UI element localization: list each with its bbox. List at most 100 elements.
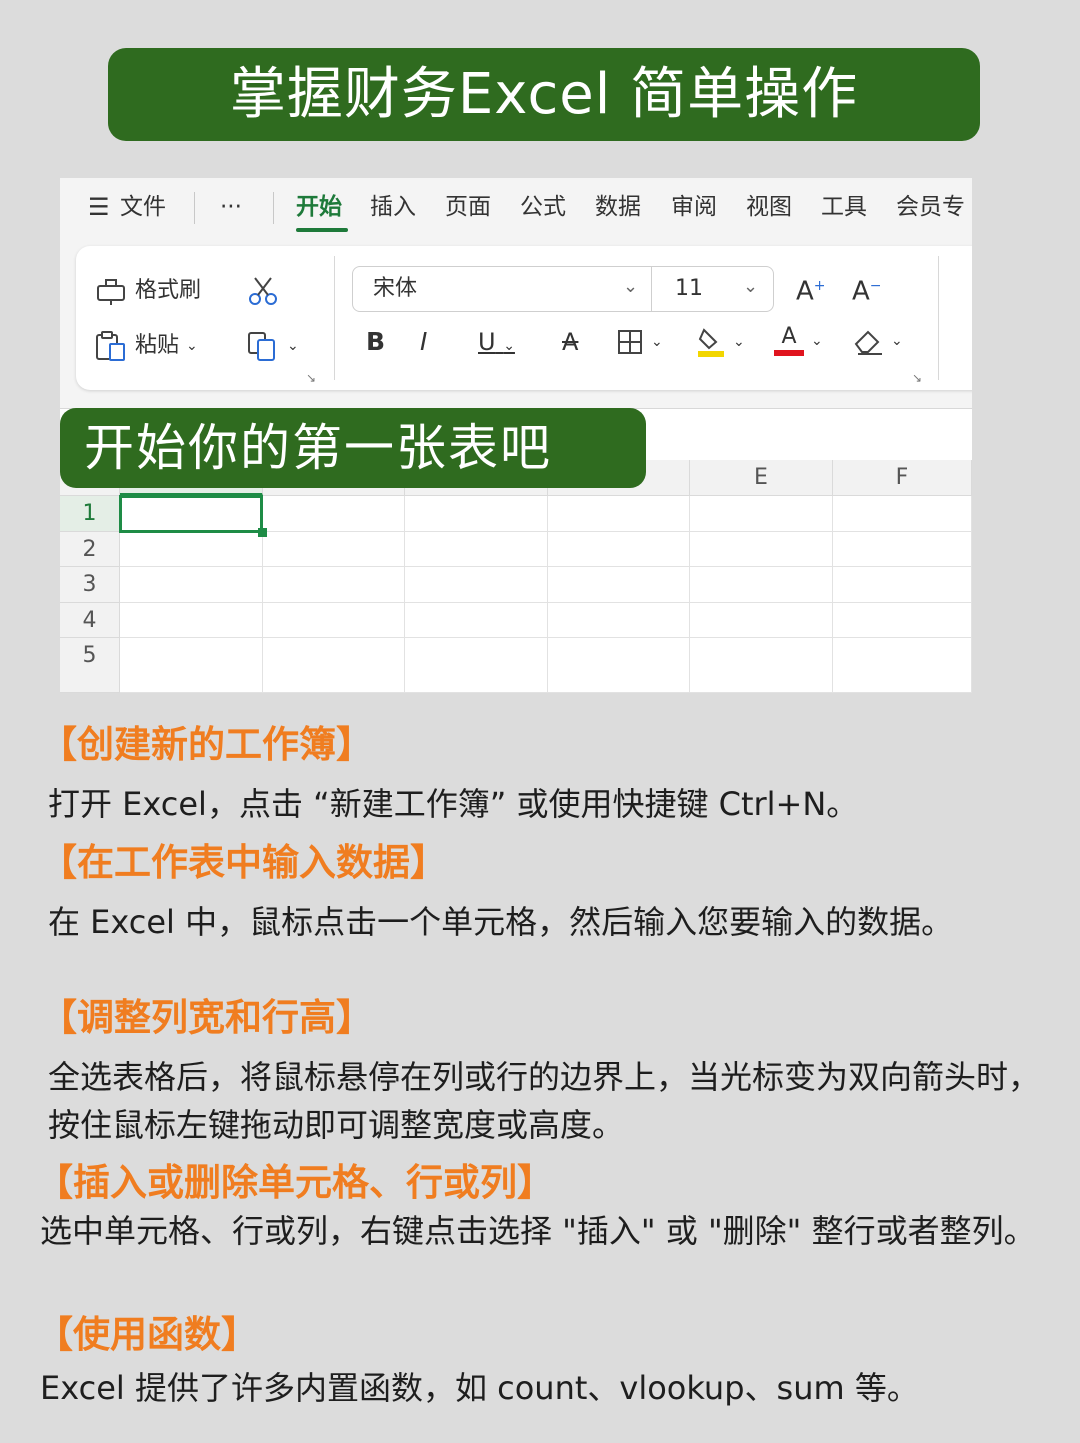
row-header-1[interactable]: 1: [60, 496, 120, 532]
grid-cell[interactable]: [405, 638, 548, 693]
section-body: 打开 Excel，点击 “新建工作簿” 或使用快捷键 Ctrl+N。: [48, 785, 859, 823]
italic-button[interactable]: I: [420, 328, 427, 356]
subtitle-banner: 开始你的第一张表吧: [60, 408, 646, 488]
chevron-down-icon: ⌄: [891, 333, 903, 349]
chevron-down-icon: ⌄: [651, 334, 663, 350]
grid-cell[interactable]: [833, 496, 972, 532]
chevron-down-icon: ⌄: [733, 334, 745, 350]
tab-formulas[interactable]: 公式: [520, 192, 566, 222]
grid-cell[interactable]: [690, 638, 833, 693]
decrease-font-button[interactable]: A−: [852, 272, 882, 306]
fill-color-button[interactable]: ⌄: [696, 326, 745, 358]
grid-cell[interactable]: [405, 532, 548, 567]
tab-data[interactable]: 数据: [595, 192, 641, 222]
section-heading: 【在工作表中输入数据】: [40, 841, 447, 884]
ribbon-panel: 格式刷 粘贴 ⌄ ⌄ ↘ 宋体 ⌄ 11 ⌄ A+ A− B I U ⌄ A ⌄…: [76, 246, 972, 390]
tab-view[interactable]: 视图: [746, 192, 792, 222]
grid-cell[interactable]: [120, 603, 263, 638]
bold-button[interactable]: B: [366, 328, 385, 356]
grid-cell[interactable]: [120, 638, 263, 693]
chevron-down-icon[interactable]: ⌄: [743, 273, 758, 301]
section-body: 全选表格后，将鼠标悬停在列或行的边界上，当光标变为双向箭头时，按住鼠标左键拖动即…: [48, 1058, 1041, 1144]
chevron-down-icon: ⌄: [503, 338, 515, 354]
grid-cell[interactable]: [690, 532, 833, 567]
selected-cell[interactable]: [119, 495, 263, 533]
menu-bar: ☰ 文件 ··· 开始 插入 页面 公式 数据 审阅 视图 工具 会员专: [60, 178, 972, 240]
font-color-button[interactable]: A ⌄: [774, 326, 823, 356]
tab-page[interactable]: 页面: [445, 192, 491, 222]
format-painter-icon: [94, 276, 128, 306]
row-header-3[interactable]: 3: [60, 567, 120, 603]
column-header-f[interactable]: F: [833, 460, 972, 496]
paste-icon: [94, 330, 128, 362]
grid-cell[interactable]: [548, 638, 690, 693]
grid-cell[interactable]: [548, 567, 690, 603]
font-selector: 宋体 ⌄ 11 ⌄: [352, 266, 774, 312]
font-launcher-icon[interactable]: ↘: [912, 364, 922, 392]
section-heading: 【创建新的工作簿】: [40, 723, 373, 766]
grid-cell[interactable]: [120, 567, 263, 603]
grid-cell[interactable]: [690, 567, 833, 603]
tab-home[interactable]: 开始: [296, 192, 342, 222]
grid-cell[interactable]: [263, 638, 405, 693]
eraser-icon: [852, 326, 884, 356]
paste-button[interactable]: 粘贴 ⌄: [94, 330, 198, 362]
grid-cell[interactable]: [263, 603, 405, 638]
section-body: Excel 提供了许多内置函数，如 count、vlookup、sum 等。: [40, 1369, 919, 1407]
copy-icon: [246, 330, 280, 362]
section-body: 在 Excel 中，鼠标点击一个单元格，然后输入您要输入的数据。: [48, 903, 954, 941]
section-heading: 【调整列宽和行高】: [40, 996, 373, 1039]
active-tab-indicator: [296, 228, 348, 232]
grid-cell[interactable]: [548, 603, 690, 638]
spreadsheet-grid: ◢ A B C D E F 1 2 3 4 5: [60, 460, 972, 693]
menu-more[interactable]: ···: [220, 192, 242, 222]
section-heading: 【插入或删除单元格、行或列】: [36, 1161, 554, 1204]
row-header-2[interactable]: 2: [60, 532, 120, 567]
font-size-select[interactable]: 11: [675, 275, 703, 303]
border-icon: [616, 328, 644, 356]
clipboard-launcher-icon[interactable]: ↘: [306, 364, 316, 392]
section-heading: 【使用函数】: [36, 1313, 258, 1356]
tab-review[interactable]: 审阅: [671, 192, 717, 222]
fill-bucket-icon: [696, 326, 726, 358]
format-painter-button[interactable]: 格式刷: [94, 276, 201, 306]
grid-cell[interactable]: [833, 567, 972, 603]
border-button[interactable]: ⌄: [616, 328, 663, 356]
clear-format-button[interactable]: ⌄: [852, 326, 903, 356]
grid-cell[interactable]: [690, 603, 833, 638]
chevron-down-icon[interactable]: ⌄: [623, 273, 638, 301]
copy-button[interactable]: ⌄: [246, 330, 299, 362]
grid-cell[interactable]: [405, 496, 548, 532]
hamburger-icon[interactable]: ☰: [88, 192, 110, 222]
cut-icon[interactable]: [246, 274, 280, 308]
section-body: 选中单元格、行或列，右键点击选择 "插入" 或 "删除" 整行或者整列。: [40, 1212, 1036, 1250]
grid-cell[interactable]: [263, 532, 405, 567]
chevron-down-icon: ⌄: [287, 338, 299, 354]
grid-cell[interactable]: [548, 496, 690, 532]
grid-cell[interactable]: [833, 638, 972, 693]
chevron-down-icon: ⌄: [186, 338, 198, 354]
grid-cell[interactable]: [405, 603, 548, 638]
tab-tools[interactable]: 工具: [821, 192, 867, 222]
font-name-select[interactable]: 宋体: [373, 275, 417, 303]
grid-cell[interactable]: [263, 567, 405, 603]
grid-cell[interactable]: [263, 496, 405, 532]
chevron-down-icon: ⌄: [811, 333, 823, 349]
tab-member[interactable]: 会员专: [896, 192, 965, 222]
column-header-e[interactable]: E: [690, 460, 833, 496]
tab-insert[interactable]: 插入: [370, 192, 416, 222]
row-header-4[interactable]: 4: [60, 603, 120, 638]
grid-cell[interactable]: [548, 532, 690, 567]
menu-file[interactable]: 文件: [120, 192, 166, 222]
grid-cell[interactable]: [833, 532, 972, 567]
strikethrough-button[interactable]: A: [562, 328, 578, 356]
underline-button[interactable]: U ⌄: [478, 328, 515, 360]
grid-cell[interactable]: [405, 567, 548, 603]
grid-cell[interactable]: [120, 532, 263, 567]
row-header-5[interactable]: 5: [60, 638, 120, 693]
fill-handle[interactable]: [258, 528, 267, 537]
grid-cell[interactable]: [690, 496, 833, 532]
increase-font-button[interactable]: A+: [796, 272, 826, 306]
title-banner: 掌握财务Excel 简单操作: [108, 48, 980, 141]
grid-cell[interactable]: [833, 603, 972, 638]
